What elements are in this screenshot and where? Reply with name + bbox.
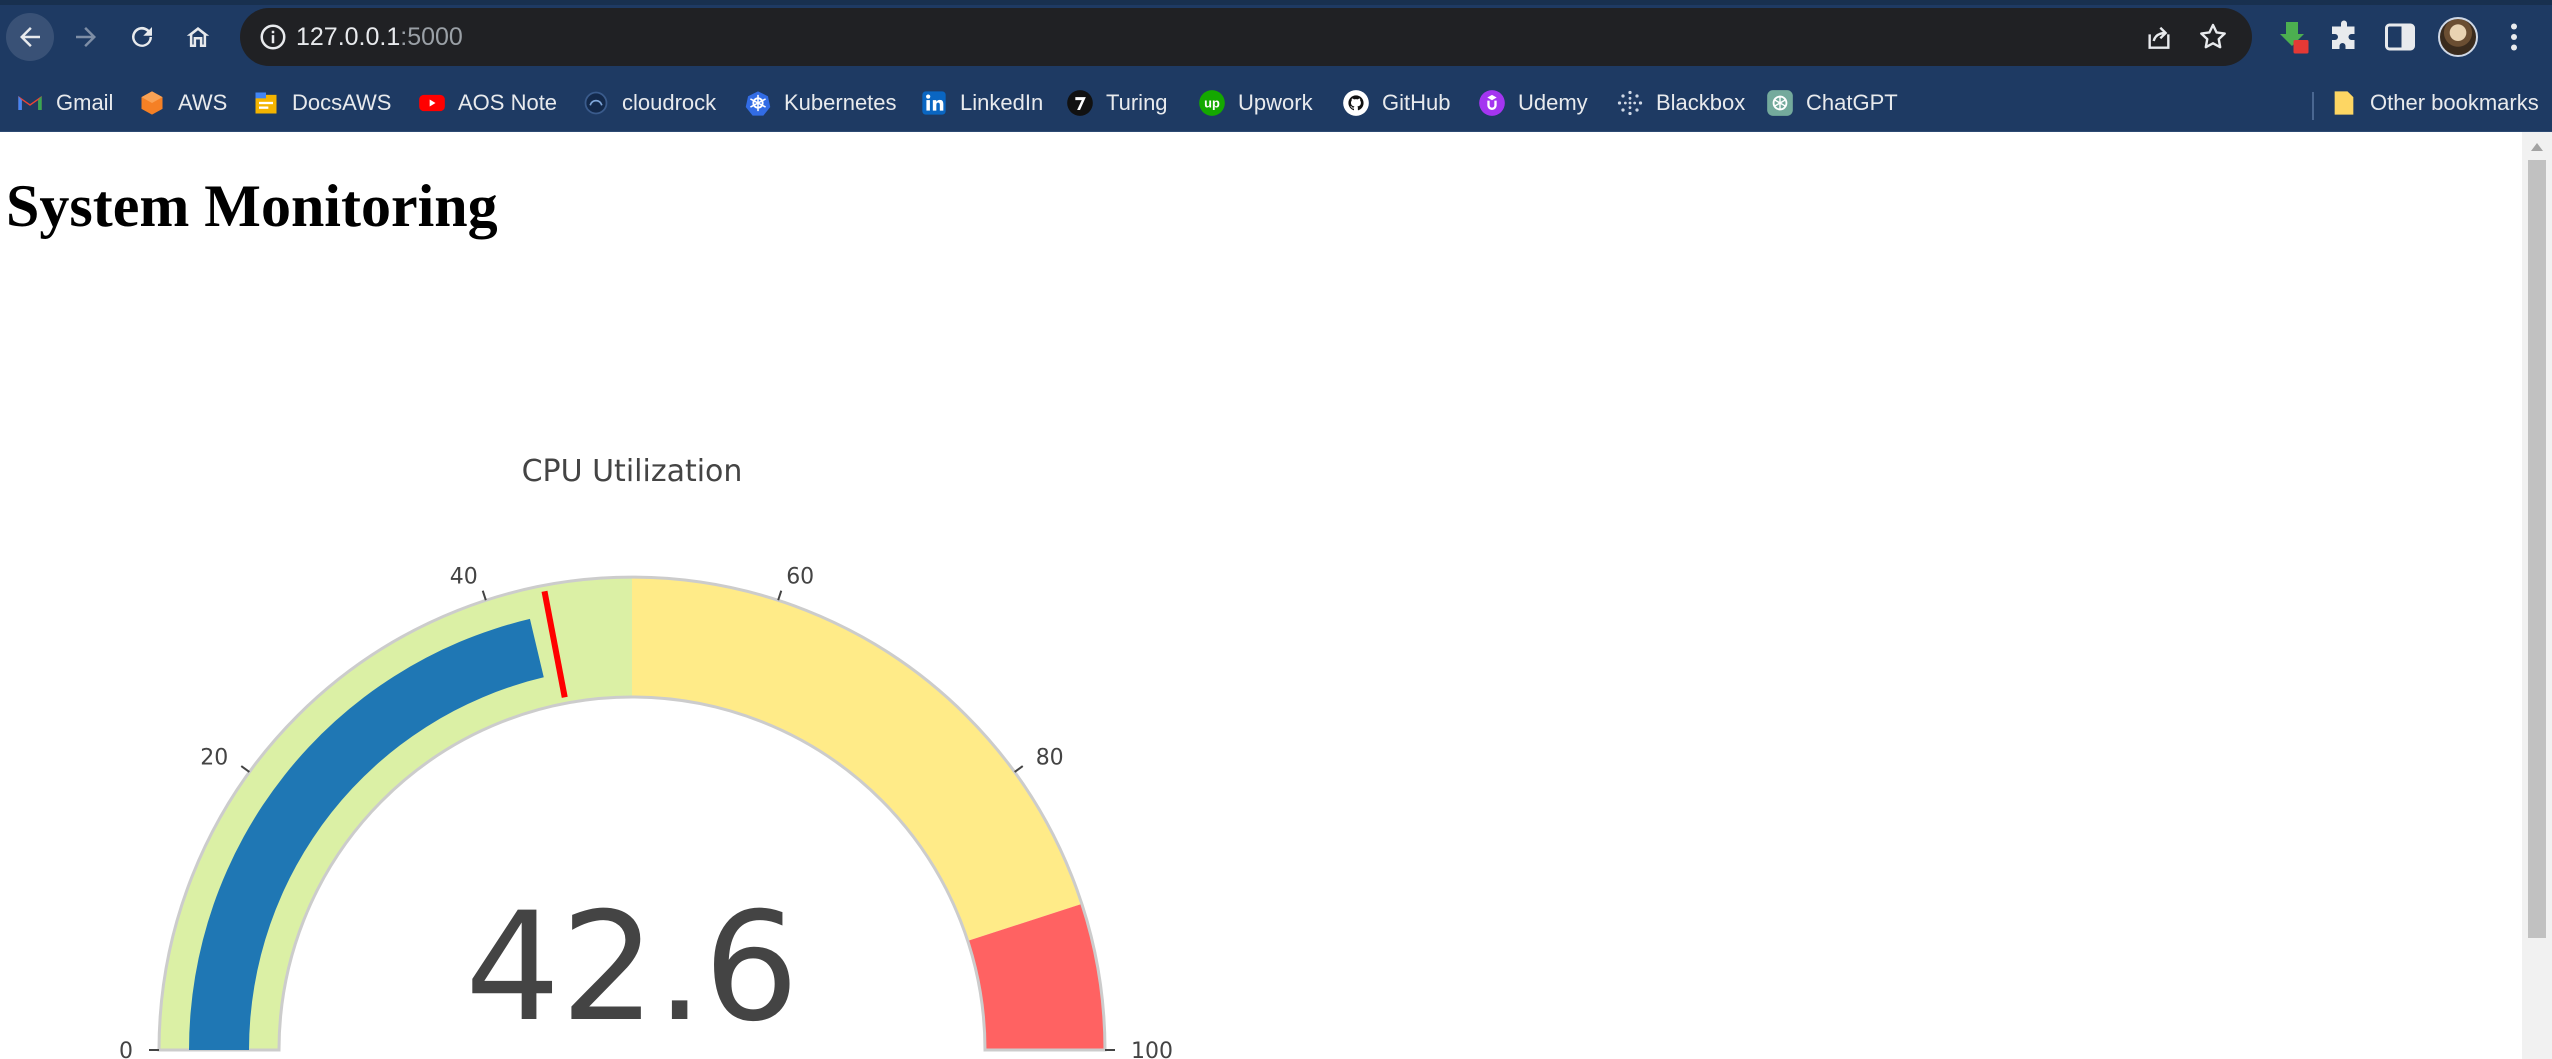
youtube-icon xyxy=(418,89,446,117)
gauge-tick-80 xyxy=(1014,765,1024,773)
aws-icon xyxy=(138,89,166,117)
bookmark-label: DocsAWS xyxy=(292,90,392,115)
bookmark-label: AOS Note xyxy=(458,90,558,115)
bookmark-star-icon[interactable] xyxy=(2197,21,2229,53)
side-panel-icon[interactable] xyxy=(2382,19,2418,55)
bookmark-label: Gmail xyxy=(56,90,114,115)
cloudrock-icon xyxy=(582,89,610,117)
chatgpt-icon xyxy=(1766,89,1794,117)
bookmarks-separator xyxy=(2312,92,2314,120)
gauge-tick-label-0: 0 xyxy=(119,1039,133,1059)
blackbox-icon xyxy=(1616,89,1644,117)
other-bookmarks[interactable]: Other bookmarks xyxy=(2330,86,2539,120)
profile-avatar[interactable] xyxy=(2438,17,2478,57)
udemy-icon xyxy=(1478,89,1506,117)
page-title: System Monitoring xyxy=(6,173,498,239)
share-icon[interactable] xyxy=(2143,21,2175,53)
bookmark-label: ChatGPT xyxy=(1806,90,1898,115)
bookmark-kubernetes[interactable]: Kubernetes xyxy=(744,86,897,120)
menu-kebab-icon[interactable] xyxy=(2496,19,2532,55)
gauge-tick-label-20: 20 xyxy=(200,746,228,771)
gauge-tick-40 xyxy=(481,590,487,601)
svg-text:up: up xyxy=(1204,96,1220,111)
bookmark-linkedin[interactable]: LinkedIn xyxy=(920,86,1043,120)
gauge-title: CPU Utilization xyxy=(522,454,743,489)
bookmark-docsaws[interactable]: DocsAWS xyxy=(252,86,391,120)
bookmark-github[interactable]: GitHub xyxy=(1342,86,1450,120)
bookmark-aos-note[interactable]: AOS Note xyxy=(418,86,557,120)
gauge-tick-label-60: 60 xyxy=(786,564,814,589)
bookmark-label: cloudrock xyxy=(622,90,717,115)
bookmark-udemy[interactable]: Udemy xyxy=(1478,86,1588,120)
bookmark-label: Upwork xyxy=(1238,90,1313,115)
bookmark-cloudrock[interactable]: cloudrock xyxy=(582,86,716,120)
address-bar[interactable]: 127.0.0.1:5000 xyxy=(240,8,2252,66)
extensions-puzzle-icon[interactable] xyxy=(2326,19,2362,55)
scroll-up-arrow-icon[interactable] xyxy=(2522,136,2552,158)
site-info-icon[interactable] xyxy=(258,22,288,52)
gmail-icon xyxy=(16,89,44,117)
bookmark-chatgpt[interactable]: ChatGPT xyxy=(1766,86,1898,120)
bookmark-gmail[interactable]: Gmail xyxy=(16,86,113,120)
bookmark-upwork[interactable]: up Upwork xyxy=(1198,86,1313,120)
linkedin-icon xyxy=(920,89,948,117)
gauge-tick-label-80: 80 xyxy=(1036,746,1064,771)
cpu-gauge-chart: CPU Utilization 0 20 40 60 80 100 42.6 xyxy=(0,312,1200,1059)
url-port: :5000 xyxy=(400,23,463,51)
gauge-value-number: 42.6 xyxy=(465,881,799,1055)
home-icon xyxy=(186,27,210,47)
docsaws-icon xyxy=(252,89,280,117)
github-icon xyxy=(1342,89,1370,117)
reload-button[interactable] xyxy=(118,13,166,61)
bookmark-label: LinkedIn xyxy=(960,90,1044,115)
scrollbar-thumb[interactable] xyxy=(2528,160,2546,938)
url-host: 127.0.0.1 xyxy=(296,23,401,51)
gauge-tick-20 xyxy=(240,765,250,773)
bookmark-aws[interactable]: AWS xyxy=(138,86,227,120)
url-text[interactable]: 127.0.0.1:5000 xyxy=(296,22,463,52)
folder-icon xyxy=(2330,89,2358,117)
back-button[interactable] xyxy=(6,13,54,61)
bookmark-blackbox[interactable]: Blackbox xyxy=(1616,86,1745,120)
download-extension-icon[interactable] xyxy=(2274,19,2310,55)
gauge-svg: CPU Utilization 0 20 40 60 80 100 42.6 xyxy=(119,454,1173,1059)
gauge-tick-60 xyxy=(777,590,783,601)
bookmark-label: GitHub xyxy=(1382,90,1451,115)
gauge-tick-label-100: 100 xyxy=(1131,1039,1173,1059)
bookmark-label: AWS xyxy=(178,90,228,115)
kubernetes-icon xyxy=(744,89,772,117)
back-arrow-icon xyxy=(20,27,40,47)
bookmark-turing[interactable]: Turing xyxy=(1066,86,1168,120)
vertical-scrollbar[interactable] xyxy=(2522,132,2552,1059)
other-bookmarks-label: Other bookmarks xyxy=(2370,90,2539,115)
bookmark-label: Kubernetes xyxy=(784,90,897,115)
gauge-tick-label-40: 40 xyxy=(450,564,478,589)
forward-button[interactable] xyxy=(62,13,110,61)
bookmark-label: Blackbox xyxy=(1656,90,1746,115)
reload-icon xyxy=(132,26,152,47)
bookmark-label: Turing xyxy=(1106,90,1168,115)
page-content: System Monitoring CPU Utilization 0 20 40 6… xyxy=(0,132,2522,1059)
bookmark-label: Udemy xyxy=(1518,90,1588,115)
upwork-icon: up xyxy=(1198,89,1226,117)
bookmarks-bar: Gmail AWS DocsAWS AOS Note cloudrock Kub… xyxy=(0,74,2552,132)
browser-toolbar: 127.0.0.1:5000 xyxy=(0,0,2552,74)
home-button[interactable] xyxy=(174,13,222,61)
turing-icon xyxy=(1066,89,1094,117)
forward-arrow-icon xyxy=(76,27,96,47)
